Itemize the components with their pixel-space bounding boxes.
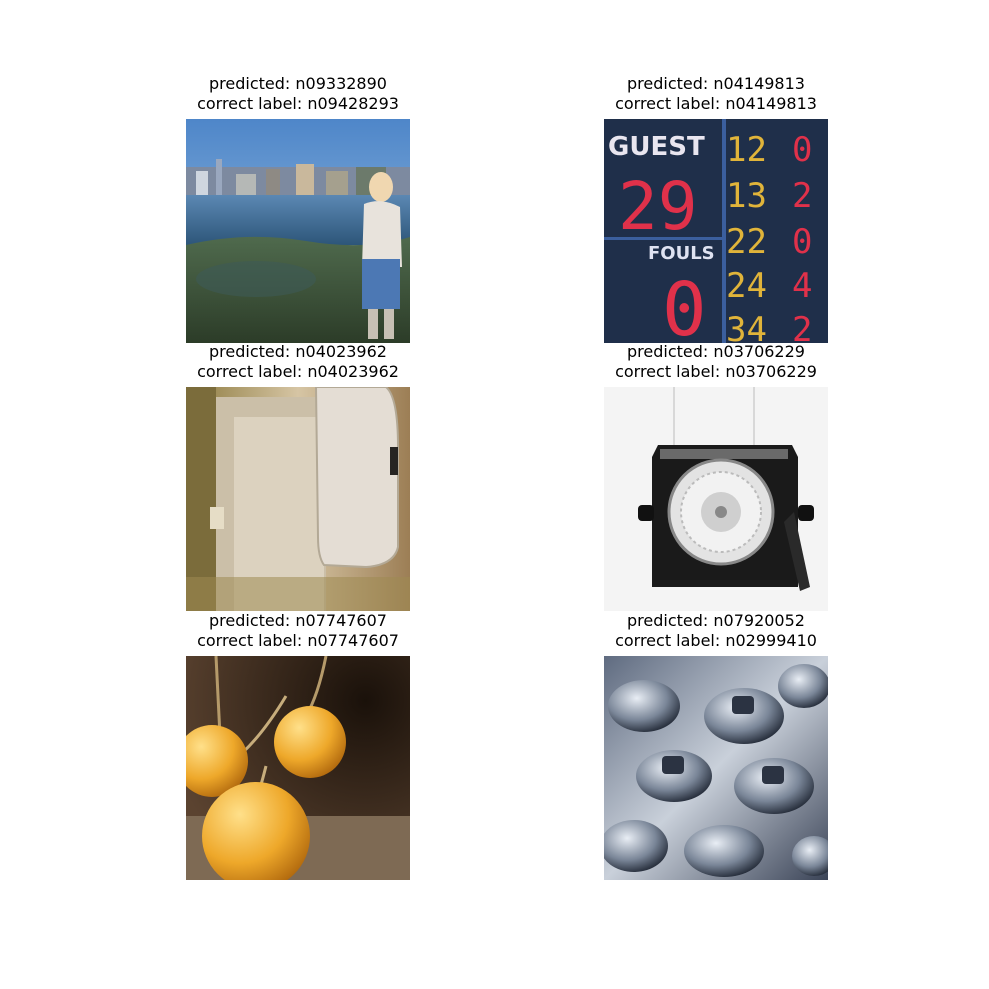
svg-text:24: 24	[726, 266, 767, 306]
predicted-label: predicted: n09332890	[209, 74, 387, 93]
correct-label: correct label: n04149813	[615, 94, 817, 113]
lakeside-person-photo	[186, 119, 410, 343]
correct-label: correct label: n07747607	[197, 631, 399, 650]
correct-label: correct label: n09428293	[197, 94, 399, 113]
svg-text:13: 13	[726, 176, 767, 216]
predicted-label: predicted: n03706229	[627, 342, 805, 361]
panel-caption: predicted: n03706229 correct label: n037…	[544, 342, 888, 382]
predicted-label: predicted: n04023962	[209, 342, 387, 361]
svg-text:GUEST: GUEST	[608, 132, 705, 162]
svg-text:4: 4	[792, 266, 812, 306]
correct-label: correct label: n04023962	[197, 362, 399, 381]
bathroom-stall-photo	[186, 387, 410, 611]
svg-text:12: 12	[726, 130, 767, 170]
panel-caption: predicted: n09332890 correct label: n094…	[126, 74, 470, 114]
panel-caption: predicted: n07920052 correct label: n029…	[544, 611, 888, 651]
metal-parts-photo	[604, 656, 828, 880]
compass-photo	[604, 387, 828, 611]
correct-label: correct label: n03706229	[615, 362, 817, 381]
svg-text:0: 0	[792, 130, 812, 170]
svg-text:0: 0	[792, 222, 812, 262]
svg-text:2: 2	[792, 176, 812, 216]
oranges-photo	[186, 656, 410, 880]
svg-text:0: 0	[662, 267, 707, 343]
panel-caption: predicted: n04149813 correct label: n041…	[544, 74, 888, 114]
predicted-label: predicted: n07747607	[209, 611, 387, 630]
svg-text:2: 2	[792, 310, 812, 343]
correct-label: correct label: n02999410	[615, 631, 817, 650]
svg-text:29: 29	[618, 168, 697, 245]
scoreboard-photo: GUEST 29 FOULS 0 12 13 22 24 34 0 2 0 4 …	[604, 119, 828, 343]
predicted-label: predicted: n04149813	[627, 74, 805, 93]
predicted-label: predicted: n07920052	[627, 611, 805, 630]
svg-text:34: 34	[726, 310, 767, 343]
panel-caption: predicted: n04023962 correct label: n040…	[126, 342, 470, 382]
panel-caption: predicted: n07747607 correct label: n077…	[126, 611, 470, 651]
svg-text:22: 22	[726, 222, 767, 262]
svg-text:FOULS: FOULS	[648, 243, 715, 264]
